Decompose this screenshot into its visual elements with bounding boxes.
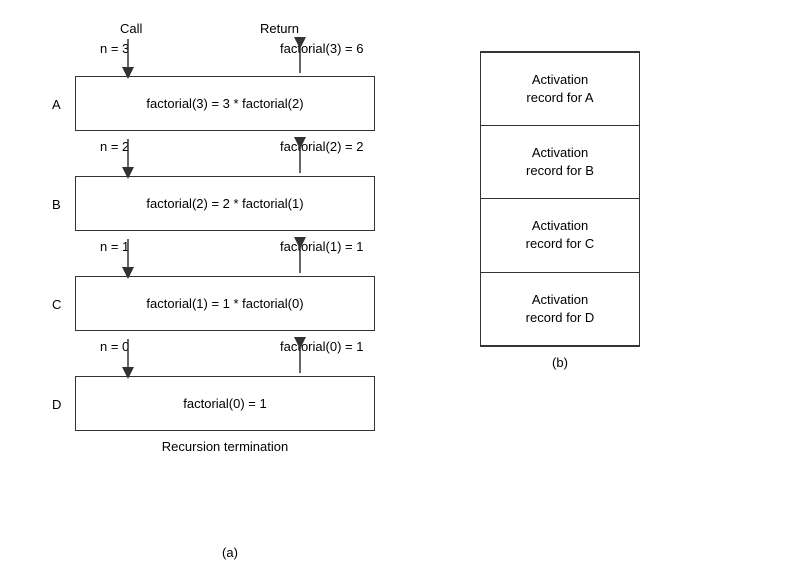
main-container: Call Return n = 3 factorial(3) = 6 facto… [0,11,788,570]
box-a-content: factorial(3) = 3 * factorial(2) [146,96,303,111]
f0-return-label: factorial(0) = 1 [280,339,363,354]
left-diagram: Call Return n = 3 factorial(3) = 6 facto… [20,21,440,560]
right-diagram: Activationrecord for A Activationrecord … [480,51,640,371]
stack-cell-d: Activationrecord for D [481,273,639,345]
stack-cell-b: Activationrecord for B [481,126,639,199]
box-b-content: factorial(2) = 2 * factorial(1) [146,196,303,211]
f1-return-label: factorial(1) = 1 [280,239,363,254]
stack-cell-a: Activationrecord for A [481,53,639,126]
label-b: B [52,197,61,212]
termination-label: Recursion termination [75,439,375,454]
call-label: Call [120,21,142,36]
box-d: factorial(0) = 1 [75,376,375,431]
box-c: factorial(1) = 1 * factorial(0) [75,276,375,331]
box-c-content: factorial(1) = 1 * factorial(0) [146,296,303,311]
stack-cell-c: Activationrecord for C [481,199,639,272]
stack-container: Activationrecord for A Activationrecord … [480,52,640,347]
f3-return-label: factorial(3) = 6 [280,41,363,56]
label-c: C [52,297,61,312]
caption-b: (b) [552,355,568,370]
f2-return-label: factorial(2) = 2 [280,139,363,154]
label-a: A [52,97,61,112]
box-a: factorial(3) = 3 * factorial(2) [75,76,375,131]
n2-label: n = 2 [100,139,129,154]
n3-label: n = 3 [100,41,129,56]
label-d: D [52,397,61,412]
box-d-content: factorial(0) = 1 [183,396,266,411]
box-b: factorial(2) = 2 * factorial(1) [75,176,375,231]
diagram-inner: Call Return n = 3 factorial(3) = 6 facto… [20,21,440,541]
n0-label: n = 0 [100,339,129,354]
n1-label: n = 1 [100,239,129,254]
caption-a: (a) [20,545,440,560]
return-label: Return [260,21,299,36]
